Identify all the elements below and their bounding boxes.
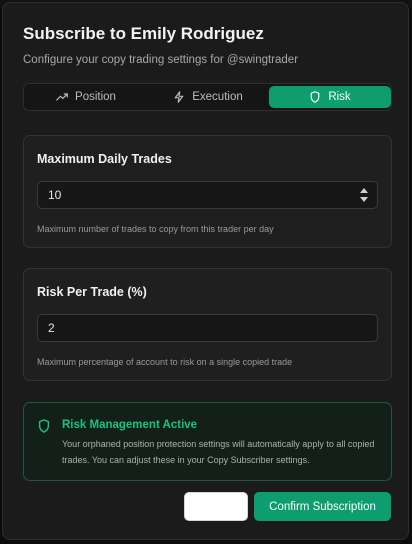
stepper-up-icon[interactable] xyxy=(360,188,368,193)
risk-per-trade-label: Risk Per Trade (%) xyxy=(37,285,147,299)
notice-text: Your orphaned position protection settin… xyxy=(62,439,375,465)
quantity-stepper[interactable] xyxy=(359,188,369,202)
shield-icon xyxy=(310,91,320,103)
confirm-subscription-button[interactable]: Confirm Subscription xyxy=(254,492,391,521)
subscribe-modal: Subscribe to Emily Rodriguez Configure y… xyxy=(2,2,409,540)
tab-execution[interactable]: Execution xyxy=(148,86,268,108)
max-daily-trades-help: Maximum number of trades to copy from th… xyxy=(37,224,274,234)
tab-execution-label: Execution xyxy=(192,91,243,103)
tab-position[interactable]: Position xyxy=(26,86,146,108)
risk-management-notice: Risk Management Active Your orphaned pos… xyxy=(23,402,392,481)
tab-position-label: Position xyxy=(75,91,116,103)
risk-per-trade-card: Risk Per Trade (%) 2 Maximum percentage … xyxy=(23,268,392,381)
max-daily-trades-card: Maximum Daily Trades 10 Maximum number o… xyxy=(23,135,392,248)
shield-icon xyxy=(38,419,50,433)
tab-risk[interactable]: Risk xyxy=(269,86,391,108)
risk-per-trade-input[interactable]: 2 xyxy=(37,314,378,342)
stepper-down-icon[interactable] xyxy=(360,197,368,202)
risk-per-trade-help: Maximum percentage of account to risk on… xyxy=(37,357,293,367)
max-daily-trades-input[interactable]: 10 xyxy=(37,181,378,209)
modal-title: Subscribe to Emily Rodriguez xyxy=(23,24,264,43)
max-daily-trades-label: Maximum Daily Trades xyxy=(37,152,172,166)
trending-up-icon xyxy=(56,93,68,101)
max-daily-trades-value: 10 xyxy=(48,188,62,202)
notice-title: Risk Management Active xyxy=(62,419,198,431)
modal-subtitle: Configure your copy trading settings for… xyxy=(23,54,299,66)
risk-per-trade-value: 2 xyxy=(48,321,55,335)
tab-risk-label: Risk xyxy=(328,91,351,103)
settings-tabs: Position Execution Risk xyxy=(23,83,392,111)
cancel-button[interactable] xyxy=(184,492,248,521)
lightning-icon xyxy=(174,91,184,103)
